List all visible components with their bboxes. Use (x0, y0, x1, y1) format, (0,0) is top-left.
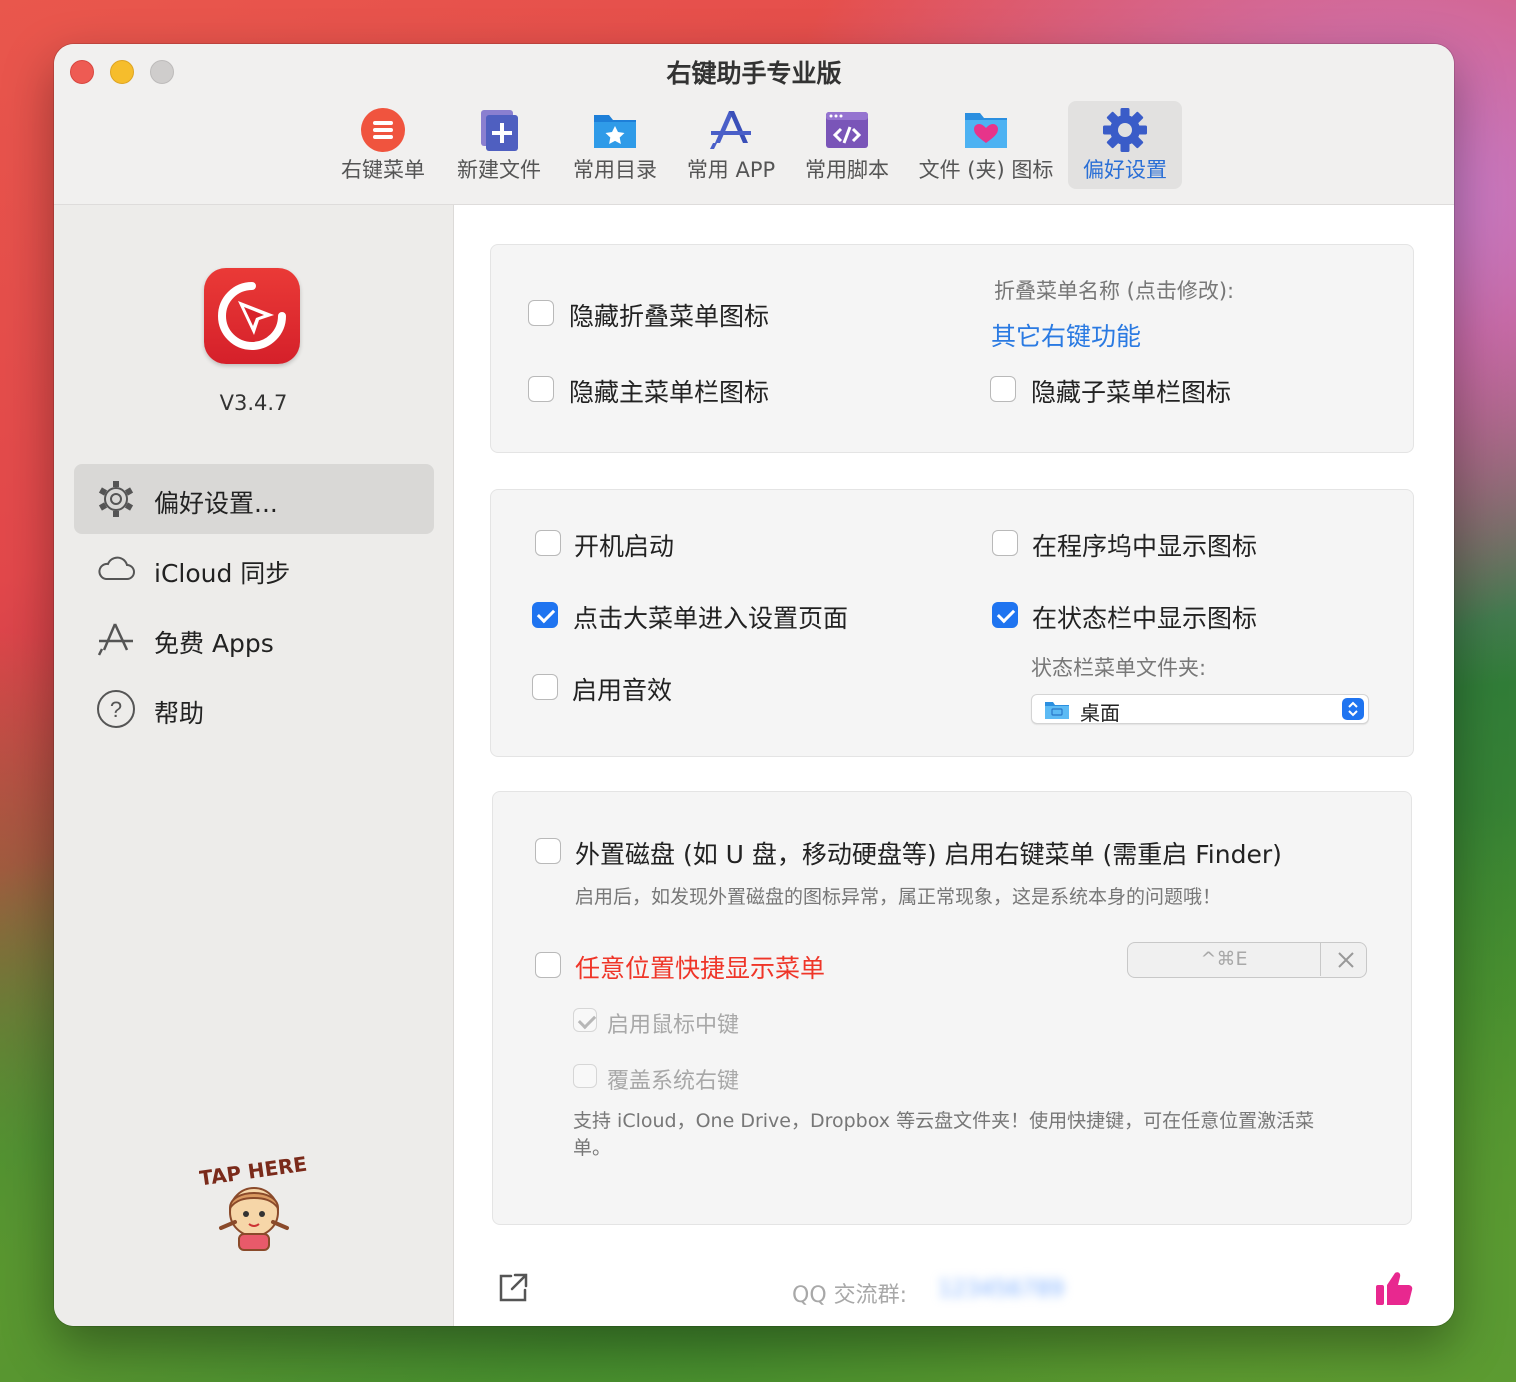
script-icon (823, 107, 871, 153)
sidebar-item-icloud-sync[interactable]: iCloud 同步 (74, 534, 434, 604)
fold-menu-name-link[interactable]: 其它右键功能 (991, 317, 1141, 353)
click-menu-settings-label: 点击大菜单进入设置页面 (573, 604, 849, 633)
folder-star-icon (591, 107, 639, 153)
tab-label: 右键菜单 (341, 158, 425, 182)
sidebar-item-label: 帮助 (154, 699, 205, 728)
share-icon[interactable] (496, 1271, 530, 1305)
shortcut-recorder: ^⌘E (1127, 942, 1367, 978)
general-settings-panel: 开机启动 点击大菜单进入设置页面 启用音效 在程序坞中显示图标 在状态栏中显示图… (490, 489, 1414, 757)
window-title: 右键助手专业版 (666, 59, 842, 88)
external-disk-checkbox[interactable] (535, 838, 561, 864)
dock-icon-checkbox[interactable] (992, 530, 1018, 556)
tap-here-mascot[interactable]: TAP HERE (198, 1150, 309, 1260)
sidebar-item-help[interactable]: ? 帮助 (74, 674, 434, 744)
dock-icon-label: 在程序坞中显示图标 (1032, 532, 1258, 561)
folder-heart-icon (962, 107, 1010, 153)
folder-icon (1044, 700, 1070, 720)
quick-menu-label: 任意位置快捷显示菜单 (575, 954, 826, 983)
statusbar-folder-value: 桌面 (1080, 701, 1120, 725)
external-disk-hint: 启用后，如发现外置磁盘的图标异常，属正常现象，这是系统本身的问题哦！ (575, 886, 1222, 908)
click-menu-settings-checkbox[interactable] (532, 602, 558, 628)
list-circle-icon (359, 107, 407, 153)
help-icon: ? (96, 689, 136, 729)
tab-common-scripts[interactable]: 常用脚本 (795, 101, 899, 189)
middle-click-checkbox (573, 1008, 597, 1032)
app-window: 右键助手专业版 右键菜单 新建文件 常用目录 常用 APP 常用脚本 文件 (夹… (54, 44, 1454, 1326)
external-disk-label: 外置磁盘 (如 U 盘，移动硬盘等) 启用右键菜单 (需重启 Finder) (575, 840, 1282, 869)
new-file-icon (475, 107, 523, 153)
gear-icon (1101, 107, 1149, 153)
sound-effects-label: 启用音效 (572, 676, 673, 705)
svg-text:?: ? (110, 697, 122, 722)
quick-menu-checkbox[interactable] (535, 952, 561, 978)
statusbar-icon-checkbox[interactable] (992, 602, 1018, 628)
statusbar-folder-select[interactable]: 桌面 (1031, 694, 1369, 725)
qq-group-label: QQ 交流群: (792, 1283, 908, 1308)
toolbar: 右键助手专业版 右键菜单 新建文件 常用目录 常用 APP 常用脚本 文件 (夹… (54, 44, 1454, 205)
gear-icon (96, 479, 136, 519)
tab-preferences[interactable]: 偏好设置 (1068, 101, 1182, 189)
override-right-click-label: 覆盖系统右键 (607, 1069, 740, 1094)
sidebar-item-label: 免费 Apps (154, 629, 274, 658)
hide-sub-icon-checkbox[interactable] (990, 376, 1016, 402)
sidebar: V3.4.7 偏好设置... iCloud 同步 免费 Apps ? 帮助 TA… (54, 205, 454, 1326)
launch-at-login-label: 开机启动 (574, 532, 675, 561)
statusbar-icon-label: 在状态栏中显示图标 (1032, 604, 1258, 633)
hide-fold-icon-checkbox[interactable] (528, 300, 554, 326)
tab-label: 偏好设置 (1083, 158, 1167, 182)
menu-icon-settings-panel: 隐藏折叠菜单图标 隐藏主菜单栏图标 折叠菜单名称 (点击修改): 其它右键功能 … (490, 244, 1414, 453)
override-right-click-checkbox (573, 1064, 597, 1088)
hide-main-icon-label: 隐藏主菜单栏图标 (569, 378, 770, 407)
hide-fold-icon-label: 隐藏折叠菜单图标 (569, 302, 770, 331)
svg-text:TAP HERE: TAP HERE (199, 1152, 308, 1191)
qq-group-number[interactable]: 123456789 (938, 1277, 1064, 1302)
thumbs-up-icon[interactable] (1374, 1269, 1414, 1307)
sidebar-item-label: iCloud 同步 (154, 559, 291, 588)
sound-effects-checkbox[interactable] (532, 674, 558, 700)
tab-label: 常用脚本 (805, 158, 889, 182)
tab-common-apps[interactable]: 常用 APP (679, 101, 783, 189)
chevron-up-down-icon (1342, 698, 1364, 720)
preferences-content: 隐藏折叠菜单图标 隐藏主菜单栏图标 折叠菜单名称 (点击修改): 其它右键功能 … (454, 205, 1454, 1326)
tab-label: 常用 APP (686, 158, 776, 182)
tab-label: 文件 (夹) 图标 (918, 158, 1054, 182)
shortcut-field[interactable]: ^⌘E (1128, 943, 1321, 976)
sidebar-item-free-apps[interactable]: 免费 Apps (74, 604, 434, 674)
app-version: V3.4.7 (219, 391, 288, 415)
launch-at-login-checkbox[interactable] (535, 530, 561, 556)
tab-file-folder-icons[interactable]: 文件 (夹) 图标 (911, 101, 1061, 189)
sidebar-item-label: 偏好设置... (154, 489, 278, 518)
sidebar-item-preferences[interactable]: 偏好设置... (74, 464, 434, 534)
hide-main-icon-checkbox[interactable] (528, 376, 554, 402)
tab-context-menu[interactable]: 右键菜单 (331, 101, 435, 189)
clear-shortcut-icon[interactable] (1336, 950, 1356, 970)
hide-sub-icon-label: 隐藏子菜单栏图标 (1031, 378, 1232, 407)
fold-menu-name-label: 折叠菜单名称 (点击修改): (994, 279, 1235, 303)
app-store-icon (96, 619, 136, 659)
tab-label: 新建文件 (457, 158, 541, 182)
statusbar-folder-label: 状态栏菜单文件夹: (1031, 656, 1207, 680)
tab-new-file[interactable]: 新建文件 (447, 101, 551, 189)
tab-label: 常用目录 (573, 158, 657, 182)
app-store-icon (707, 107, 755, 153)
app-logo (204, 268, 300, 364)
tab-common-folders[interactable]: 常用目录 (563, 101, 667, 189)
cloud-icon (96, 549, 136, 589)
quick-menu-hint: 支持 iCloud，One Drive，Dropbox 等云盘文件夹！使用快捷键… (573, 1110, 1315, 1159)
advanced-settings-panel: 外置磁盘 (如 U 盘，移动硬盘等) 启用右键菜单 (需重启 Finder) 启… (492, 791, 1412, 1225)
middle-click-label: 启用鼠标中键 (607, 1013, 740, 1038)
